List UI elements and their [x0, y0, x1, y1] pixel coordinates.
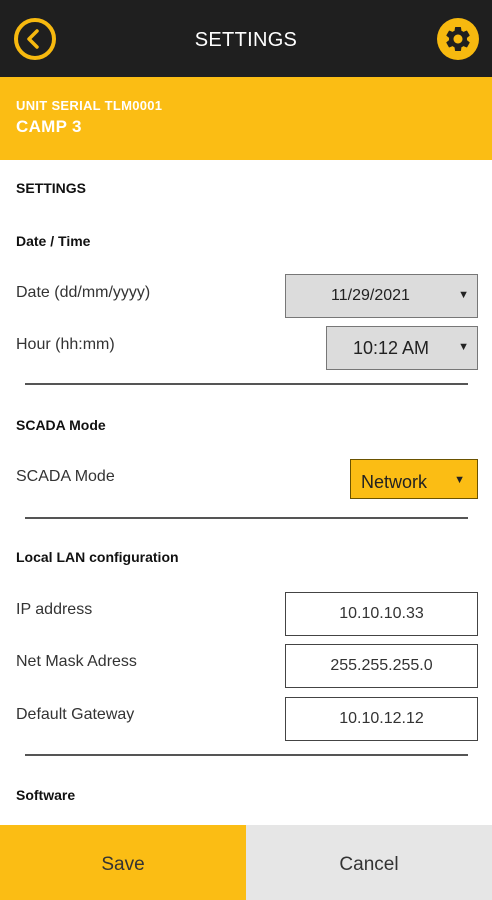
settings-button[interactable] [437, 18, 479, 60]
divider [25, 383, 468, 385]
unit-serial: UNIT SERIAL TLM0001 [16, 98, 163, 113]
scada-mode-label: SCADA Mode [16, 468, 115, 485]
scada-mode-value: Network [361, 472, 428, 492]
date-select[interactable]: 11/29/2021 ▼ [285, 274, 478, 318]
date-value: 11/29/2021 [331, 287, 410, 304]
caret-down-icon: ▼ [458, 289, 469, 301]
page-title: SETTINGS [194, 29, 298, 51]
divider [25, 754, 468, 756]
net-mask-label: Net Mask Adress [16, 653, 137, 670]
caret-down-icon: ▼ [454, 474, 465, 486]
scada-section-title: SCADA Mode [16, 417, 106, 433]
default-gateway-input[interactable]: 10.10.12.12 [285, 697, 478, 741]
top-app-bar: SETTINGS [0, 0, 492, 77]
caret-down-icon: ▼ [458, 341, 469, 353]
ip-address-label: IP address [16, 601, 93, 618]
unit-name: CAMP 3 [16, 117, 82, 136]
net-mask-input[interactable]: 255.255.255.0 [285, 644, 478, 688]
divider [25, 517, 468, 519]
scada-mode-select[interactable]: Network ▼ [350, 459, 478, 499]
lan-section-title: Local LAN configuration [16, 549, 179, 565]
hour-label: Hour (hh:mm) [16, 336, 115, 353]
hour-select[interactable]: 10:12 AM ▼ [326, 326, 478, 370]
cancel-button[interactable]: Cancel [246, 825, 492, 900]
action-bar: Save Cancel [0, 825, 492, 900]
hour-value: 10:12 AM [352, 338, 430, 358]
gear-icon [446, 26, 470, 51]
date-label: Date (dd/mm/yyyy) [16, 284, 151, 301]
unit-banner: UNIT SERIAL TLM0001 CAMP 3 [0, 77, 492, 160]
settings-heading: SETTINGS [16, 180, 87, 196]
default-gateway-label: Default Gateway [16, 706, 135, 723]
date-time-section-title: Date / Time [16, 233, 91, 249]
save-button[interactable]: Save [0, 825, 246, 900]
software-section-title: Software [16, 787, 76, 803]
ip-address-input[interactable]: 10.10.10.33 [285, 592, 478, 636]
